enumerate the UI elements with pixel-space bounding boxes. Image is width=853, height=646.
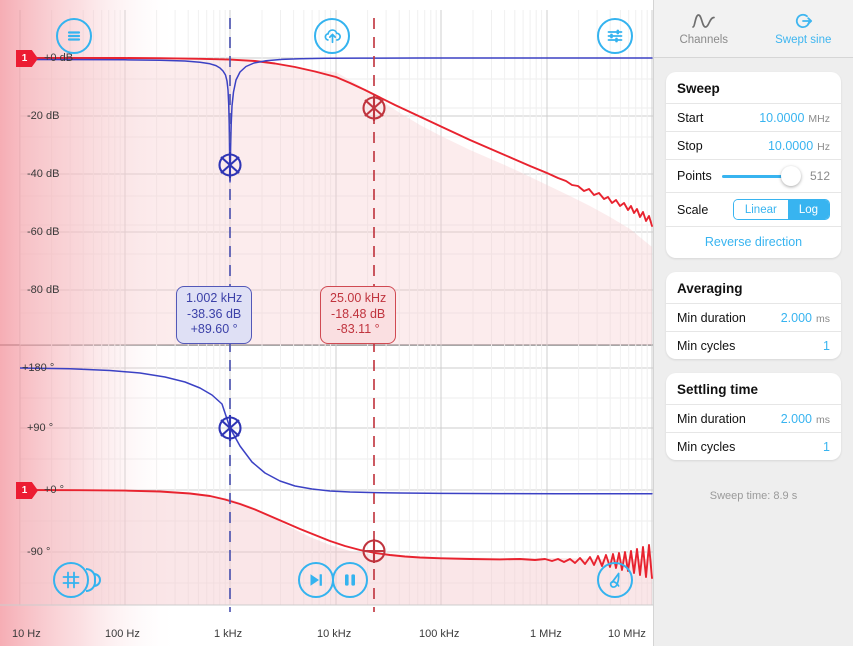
sweep-points-label: Points bbox=[677, 169, 712, 183]
averaging-min-duration-unit: ms bbox=[816, 312, 830, 325]
red-cursor-marker-phase bbox=[362, 539, 386, 563]
sweep-stop-value[interactable]: 10.0000 bbox=[768, 139, 813, 153]
sidebar-tabs: Channels Swept sine bbox=[654, 0, 853, 58]
cloud-upload-icon bbox=[324, 29, 341, 44]
waveform-icon bbox=[691, 14, 715, 28]
red-cursor-freq: 25.00 kHz bbox=[330, 291, 387, 305]
swept-sine-analyzer-app: +0 dB -20 dB -40 dB -60 dB -80 dB +180 °… bbox=[0, 0, 853, 646]
averaging-card-title: Averaging bbox=[677, 281, 743, 296]
blue-cursor-freq: 1.002 kHz bbox=[186, 291, 243, 305]
tab-swept-sine[interactable]: Swept sine bbox=[754, 0, 853, 57]
red-cursor-magnitude: -18.48 dB bbox=[331, 306, 386, 321]
sweep-card: Sweep Start 10.0000 MHz Stop 10.0000 Hz bbox=[666, 72, 841, 258]
settings-sidebar: Channels Swept sine Sweep Start 10.0000 … bbox=[653, 0, 853, 646]
blue-cursor-readout[interactable]: 1.002 kHz -38.36 dB +89.60 ° bbox=[176, 286, 253, 344]
sweep-stop-row[interactable]: Stop 10.0000 Hz bbox=[666, 131, 841, 159]
averaging-min-cycles-label: Min cycles bbox=[677, 338, 736, 353]
settling-time-card-title: Settling time bbox=[677, 382, 759, 397]
pause-button[interactable] bbox=[332, 562, 368, 598]
averaging-min-cycles-value[interactable]: 1 bbox=[823, 339, 830, 353]
sweep-points-row[interactable]: Points 512 bbox=[666, 159, 841, 192]
averaging-min-cycles-row[interactable]: Min cycles 1 bbox=[666, 331, 841, 359]
sweep-card-title: Sweep bbox=[677, 81, 720, 96]
red-cursor-phase: -83.11 ° bbox=[336, 322, 380, 336]
sweep-start-value[interactable]: 10.0000 bbox=[759, 111, 804, 125]
sweep-stop-label: Stop bbox=[677, 138, 703, 153]
scale-option-linear[interactable]: Linear bbox=[733, 200, 788, 219]
sweep-scale-label: Scale bbox=[677, 202, 709, 217]
tab-channels-label: Channels bbox=[679, 34, 729, 46]
averaging-min-duration-label: Min duration bbox=[677, 310, 746, 325]
bode-plot-area[interactable]: +0 dB -20 dB -40 dB -60 dB -80 dB +180 °… bbox=[0, 0, 653, 646]
hamburger-menu-icon bbox=[67, 31, 81, 41]
sliders-icon bbox=[607, 29, 623, 43]
settling-min-duration-row[interactable]: Min duration 2.000 ms bbox=[666, 404, 841, 432]
sweep-arrow-icon bbox=[796, 13, 813, 29]
noise-measure-icon bbox=[609, 572, 620, 588]
points-slider[interactable] bbox=[721, 166, 801, 186]
settling-min-duration-unit: ms bbox=[816, 413, 830, 426]
points-slider-knob[interactable] bbox=[781, 166, 801, 186]
sweep-start-label: Start bbox=[677, 110, 704, 125]
settling-min-cycles-value[interactable]: 1 bbox=[823, 440, 830, 454]
grid-snap-button[interactable] bbox=[53, 562, 101, 598]
blue-cursor-phase: +89.60 ° bbox=[190, 322, 238, 336]
averaging-min-duration-row[interactable]: Min duration 2.000 ms bbox=[666, 303, 841, 331]
sweep-scale-row[interactable]: Scale Linear Log bbox=[666, 192, 841, 226]
hamburger-menu-button[interactable] bbox=[56, 18, 92, 54]
averaging-card: Averaging Min duration 2.000 ms Min cycl… bbox=[666, 272, 841, 359]
settling-min-duration-value[interactable]: 2.000 bbox=[781, 412, 812, 426]
sweep-stop-unit: Hz bbox=[817, 140, 830, 153]
averaging-min-duration-value[interactable]: 2.000 bbox=[781, 311, 812, 325]
noise-measure-button[interactable] bbox=[597, 562, 633, 598]
sidebar-panels: Sweep Start 10.0000 MHz Stop 10.0000 Hz bbox=[654, 58, 853, 646]
blue-cursor-magnitude: -38.36 dB bbox=[187, 306, 242, 321]
sweep-start-unit: MHz bbox=[808, 112, 830, 125]
settling-time-card: Settling time Min duration 2.000 ms Min … bbox=[666, 373, 841, 460]
scale-segmented-control[interactable]: Linear Log bbox=[732, 199, 830, 220]
settling-min-cycles-label: Min cycles bbox=[677, 439, 736, 454]
sweep-start-row[interactable]: Start 10.0000 MHz bbox=[666, 103, 841, 131]
red-cursor-readout[interactable]: 25.00 kHz -18.48 dB -83.11 ° bbox=[320, 286, 397, 344]
tab-channels[interactable]: Channels bbox=[654, 0, 754, 57]
scale-option-log[interactable]: Log bbox=[787, 200, 829, 219]
step-forward-button[interactable] bbox=[298, 562, 334, 598]
settling-min-cycles-row[interactable]: Min cycles 1 bbox=[666, 432, 841, 460]
sweep-points-value: 512 bbox=[809, 169, 830, 183]
cloud-upload-button[interactable] bbox=[314, 18, 350, 54]
reverse-direction-button[interactable]: Reverse direction bbox=[666, 226, 841, 258]
pause-icon bbox=[345, 574, 355, 586]
sweep-time-label: Sweep time: 8.9 s bbox=[709, 490, 798, 502]
grid-button-circle[interactable] bbox=[53, 562, 89, 598]
tab-swept-sine-label: Swept sine bbox=[775, 34, 832, 46]
settings-sliders-button[interactable] bbox=[597, 18, 633, 54]
grid-icon bbox=[62, 571, 80, 589]
step-forward-icon bbox=[310, 574, 322, 586]
settling-min-duration-label: Min duration bbox=[677, 411, 746, 426]
